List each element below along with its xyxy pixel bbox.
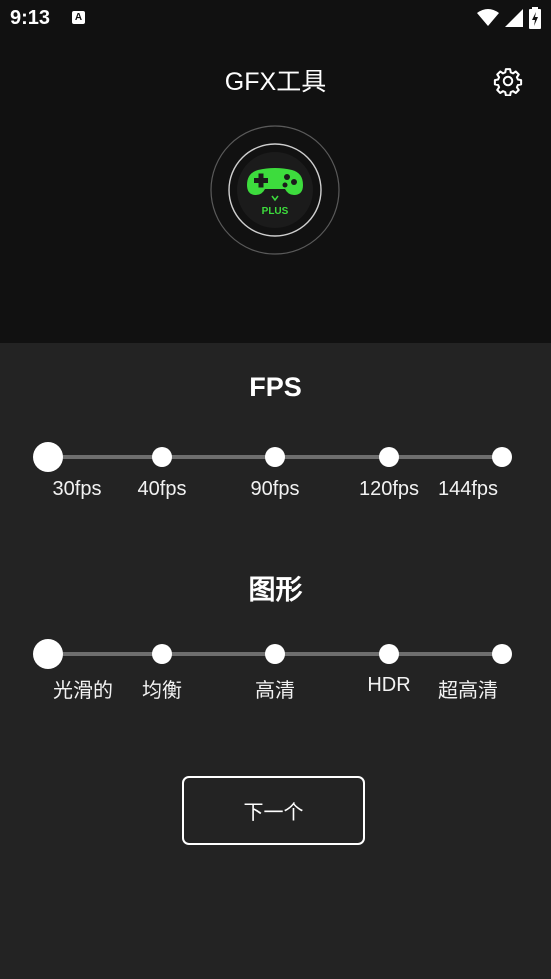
graphics-slider-stop-uhd[interactable] (492, 644, 512, 664)
graphics-slider-thumb[interactable] (33, 639, 63, 669)
graphics-option-label: 高清 (255, 680, 295, 702)
fps-option-label: 144fps (437, 478, 499, 500)
fps-slider-stop-120[interactable] (378, 447, 399, 467)
graphics-slider-stop-balanced[interactable] (151, 644, 172, 664)
gamepad-icon (210, 125, 340, 255)
graphics-option-label: 光滑的 (53, 680, 113, 702)
wifi-icon (477, 9, 499, 26)
fps-slider-stop-90[interactable] (265, 447, 285, 467)
next-button[interactable]: 下一个 (182, 776, 365, 845)
fps-option-label: 30fps (52, 478, 102, 500)
graphics-option-label: 超高清 (438, 680, 498, 702)
graphics-slider[interactable] (33, 634, 512, 674)
graphics-option-label: HDR (367, 674, 411, 696)
logo-text: PLUS (261, 206, 289, 217)
graphics-option-label: 均衡 (142, 680, 182, 702)
fps-option-label: 120fps (358, 478, 420, 500)
app-logo: PLUS (210, 125, 340, 255)
fps-slider-stop-144[interactable] (492, 447, 512, 467)
fps-option-label: 90fps (250, 478, 300, 500)
status-icons (477, 7, 541, 29)
gear-icon[interactable] (493, 66, 523, 96)
graphics-slider-stop-hdr[interactable] (378, 644, 399, 664)
fps-slider[interactable] (33, 437, 512, 477)
fps-slider-stop-40[interactable] (151, 447, 172, 467)
signal-icon (505, 9, 523, 27)
notification-icon: A (72, 11, 85, 24)
fps-title: FPS (249, 372, 302, 402)
fps-slider-thumb[interactable] (33, 442, 63, 472)
status-bar: 9:13 A (0, 0, 551, 38)
graphics-slider-stop-hd[interactable] (265, 644, 285, 664)
status-time: 9:13 (10, 7, 51, 29)
graphics-title: 图形 (248, 575, 303, 605)
battery-charging-icon (529, 7, 541, 29)
app-title: GFX工具 (224, 68, 327, 96)
fps-option-label: 40fps (137, 478, 187, 500)
